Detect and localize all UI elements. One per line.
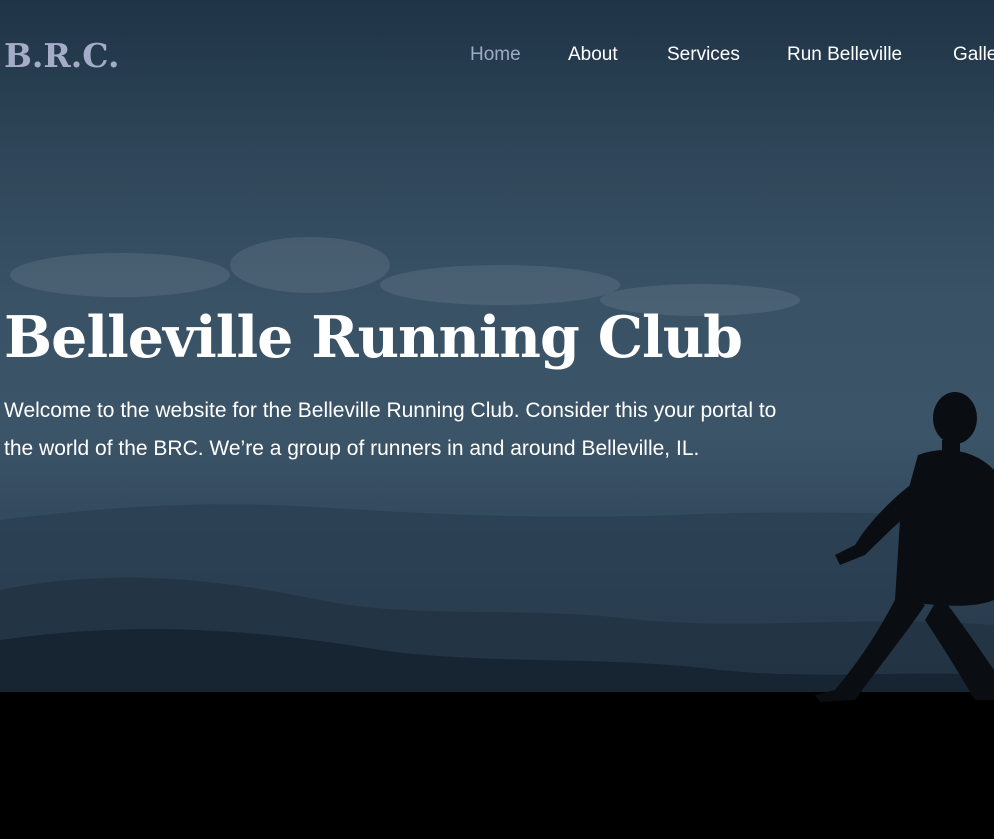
nav-item-services[interactable]: Services — [667, 44, 740, 66]
nav-item-home[interactable]: Home — [470, 44, 521, 66]
ground — [0, 692, 994, 839]
nav-item-run-belleville[interactable]: Run Belleville — [787, 44, 902, 66]
hero-section: B.R.C. Home About Services Run Bellevill… — [0, 0, 994, 839]
nav-item-about[interactable]: About — [568, 44, 618, 66]
hero-title: Belleville Running Club — [4, 304, 743, 371]
hero-intro-text: Welcome to the website for the Bellevill… — [4, 399, 777, 460]
main-navigation: Home About Services Run Belleville Galle… — [0, 44, 994, 70]
nav-item-gallery[interactable]: Gallery — [953, 44, 994, 66]
